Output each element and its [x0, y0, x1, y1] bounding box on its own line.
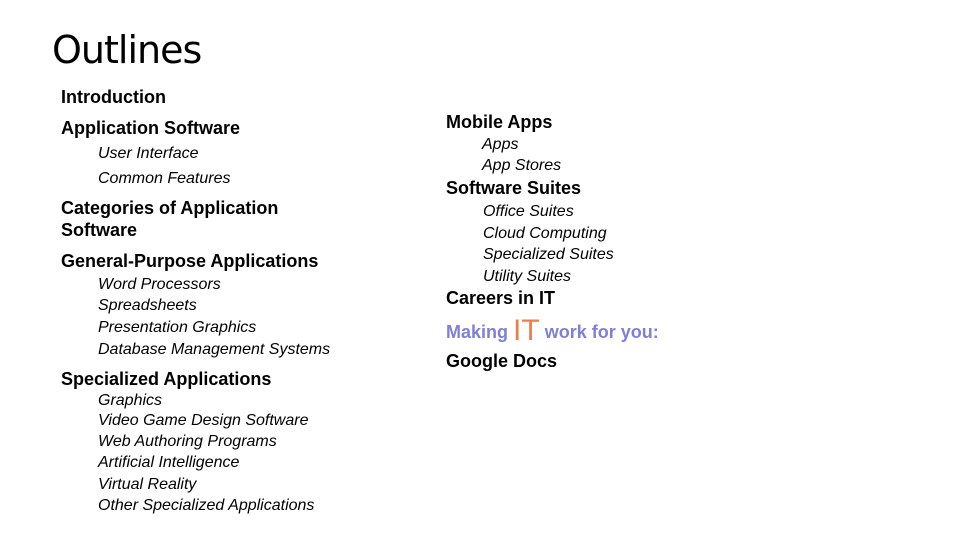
outline-mobile-apps: Mobile Apps — [446, 112, 553, 132]
outline-subitem: Graphics — [98, 392, 163, 409]
outline-subitem: Common Features — [98, 170, 231, 187]
outline-subitem: Virtual Reality — [98, 476, 197, 493]
outline-careers-in-it: Careers in IT — [446, 288, 556, 308]
outline-subitem: Other Specialized Applications — [98, 497, 315, 514]
outline-application-software: Application Software — [61, 118, 241, 138]
outline-subitem: Apps — [482, 136, 519, 153]
it-highlight: IT — [513, 314, 540, 347]
making-suffix: work for you: — [544, 322, 659, 342]
outline-subitem: Office Suites — [483, 203, 574, 220]
outline-general-purpose: General-Purpose Applications — [61, 251, 319, 271]
outline-specialized: Specialized Applications — [61, 369, 272, 389]
making-prefix: Making — [446, 322, 509, 342]
outline-introduction: Introduction — [61, 87, 166, 107]
outline-subitem: Word Processors — [98, 276, 221, 293]
outline-subitem: Spreadsheets — [98, 297, 197, 314]
outline-subitem: Artificial Intelligence — [98, 454, 240, 471]
outline-categories-line1: Categories of Application — [61, 198, 279, 218]
outline-software-suites: Software Suites — [446, 178, 582, 198]
outline-subitem: Video Game Design Software — [98, 412, 309, 429]
outline-subitem: App Stores — [482, 157, 562, 174]
slide-title: Outlines — [52, 28, 202, 72]
outline-subitem: Web Authoring Programs — [98, 433, 277, 450]
outline-subitem: Cloud Computing — [483, 225, 607, 242]
outline-subitem: User Interface — [98, 145, 199, 162]
outline-subitem: Utility Suites — [483, 268, 572, 285]
outline-subitem: Database Management Systems — [98, 341, 331, 358]
outline-google-docs: Google Docs — [446, 351, 558, 371]
outline-subitem: Presentation Graphics — [98, 319, 257, 336]
making-it-work-heading: Making IT work for you: — [446, 314, 659, 348]
outline-subitem: Specialized Suites — [483, 246, 614, 263]
outline-categories-line2: Software — [61, 220, 138, 240]
